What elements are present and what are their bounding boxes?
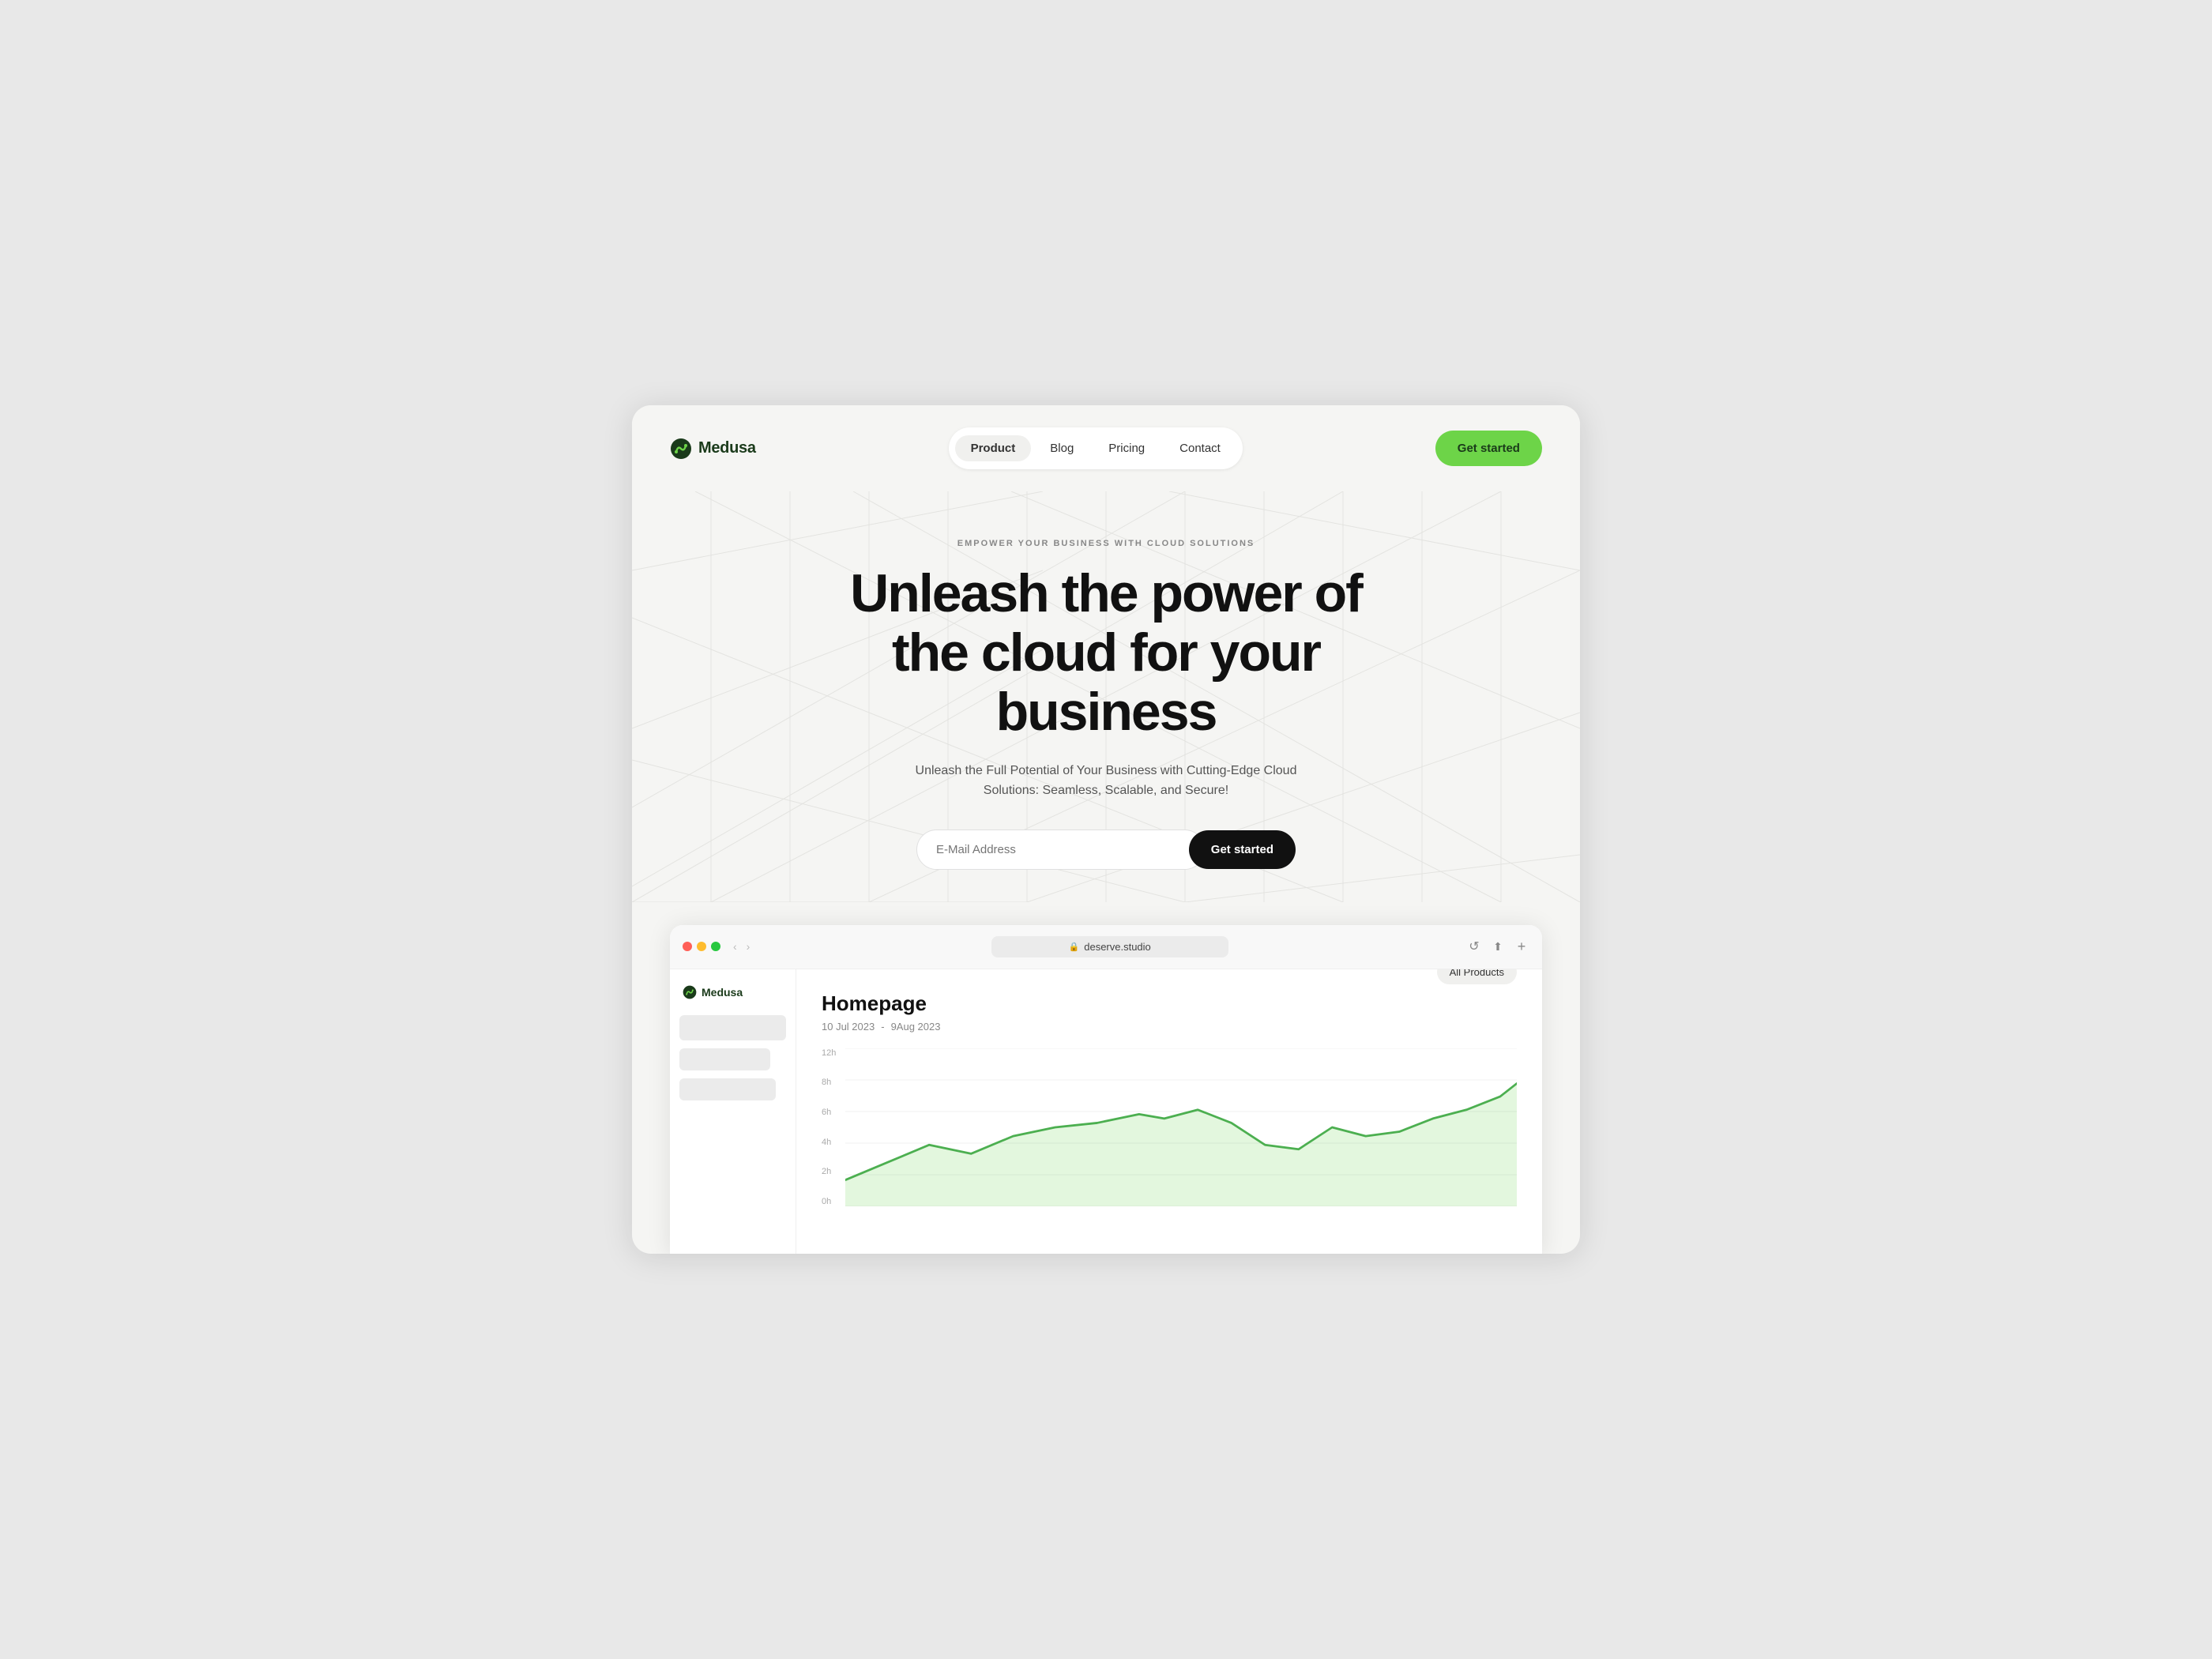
forward-arrow[interactable]: › [743,939,754,954]
browser-content: Medusa All Products Homepage 10 Jul 2023… [670,969,1542,1254]
chart-label-4h: 4h [822,1138,836,1147]
chart-label-8h: 8h [822,1078,836,1087]
hero-subtitle: Unleash the Full Potential of Your Busin… [901,761,1311,801]
page-wrapper: Medusa Product Blog Pricing Contact Get … [632,405,1580,1254]
navbar: Medusa Product Blog Pricing Contact Get … [632,405,1580,491]
logo-text: Medusa [698,439,756,457]
browser-sidebar: Medusa [670,969,796,1254]
traffic-light-green[interactable] [711,942,720,951]
hero-content: Empower your business with cloud solutio… [670,539,1542,870]
browser-main: All Products Homepage 10 Jul 2023 - 9Aug… [796,969,1542,1254]
sidebar-logo-text: Medusa [702,986,743,999]
chart-y-labels: 12h 8h 6h 4h 2h 0h [822,1048,836,1206]
logo-icon [670,438,692,460]
share-button[interactable]: ⬆ [1490,939,1506,954]
nav-blog[interactable]: Blog [1034,435,1089,461]
logo[interactable]: Medusa [670,438,756,460]
browser-toolbar: ‹ › 🔒 deserve.studio ↺ ⬆ + [670,925,1542,969]
hero-cta-form: Get started [916,830,1296,870]
email-input[interactable] [916,830,1205,870]
hero-tagline: Empower your business with cloud solutio… [670,539,1542,548]
date-to: 9Aug 2023 [891,1021,941,1033]
sidebar-skeleton-2 [679,1048,770,1070]
sidebar-skeleton-3 [679,1078,776,1100]
chart-label-6h: 6h [822,1108,836,1117]
dashboard-date-range: 10 Jul 2023 - 9Aug 2023 [822,1021,1517,1033]
chart-svg [845,1048,1517,1206]
browser-actions: ↺ ⬆ + [1466,939,1529,954]
hero-cta-button[interactable]: Get started [1189,830,1296,869]
date-from: 10 Jul 2023 [822,1021,875,1033]
browser-nav-arrows: ‹ › [730,939,753,954]
sidebar-logo-icon [683,985,697,999]
sidebar-skeleton-1 [679,1015,786,1040]
chart-label-12h: 12h [822,1048,836,1058]
nav-contact[interactable]: Contact [1164,435,1236,461]
hero-section: Empower your business with cloud solutio… [632,491,1580,909]
traffic-light-yellow[interactable] [697,942,706,951]
date-separator: - [881,1021,884,1033]
dashboard-title: Homepage [822,991,1517,1016]
chart-area [845,1048,1517,1206]
nav-links: Product Blog Pricing Contact [949,427,1243,469]
hero-title-line1: Unleash the power of [850,563,1362,623]
back-arrow[interactable]: ‹ [730,939,740,954]
browser-section: ‹ › 🔒 deserve.studio ↺ ⬆ + [632,925,1580,1254]
hero-title-line2: the cloud for your business [892,623,1320,742]
hero-title: Unleash the power of the cloud for your … [790,564,1422,741]
url-text: deserve.studio [1084,941,1151,953]
chart-label-0h: 0h [822,1197,836,1206]
new-tab-button[interactable]: + [1514,939,1529,954]
sidebar-logo: Medusa [679,982,786,1003]
address-bar[interactable]: 🔒 deserve.studio [991,936,1228,957]
nav-product[interactable]: Product [955,435,1032,461]
nav-get-started-button[interactable]: Get started [1435,431,1542,466]
chart-label-2h: 2h [822,1167,836,1176]
chart-container: 12h 8h 6h 4h 2h 0h [822,1048,1517,1206]
refresh-button[interactable]: ↺ [1466,939,1482,954]
traffic-lights [683,942,720,951]
lock-icon: 🔒 [1069,942,1080,952]
nav-pricing[interactable]: Pricing [1093,435,1161,461]
browser-window: ‹ › 🔒 deserve.studio ↺ ⬆ + [670,925,1542,1254]
traffic-light-red[interactable] [683,942,692,951]
all-products-button[interactable]: All Products [1437,969,1517,984]
